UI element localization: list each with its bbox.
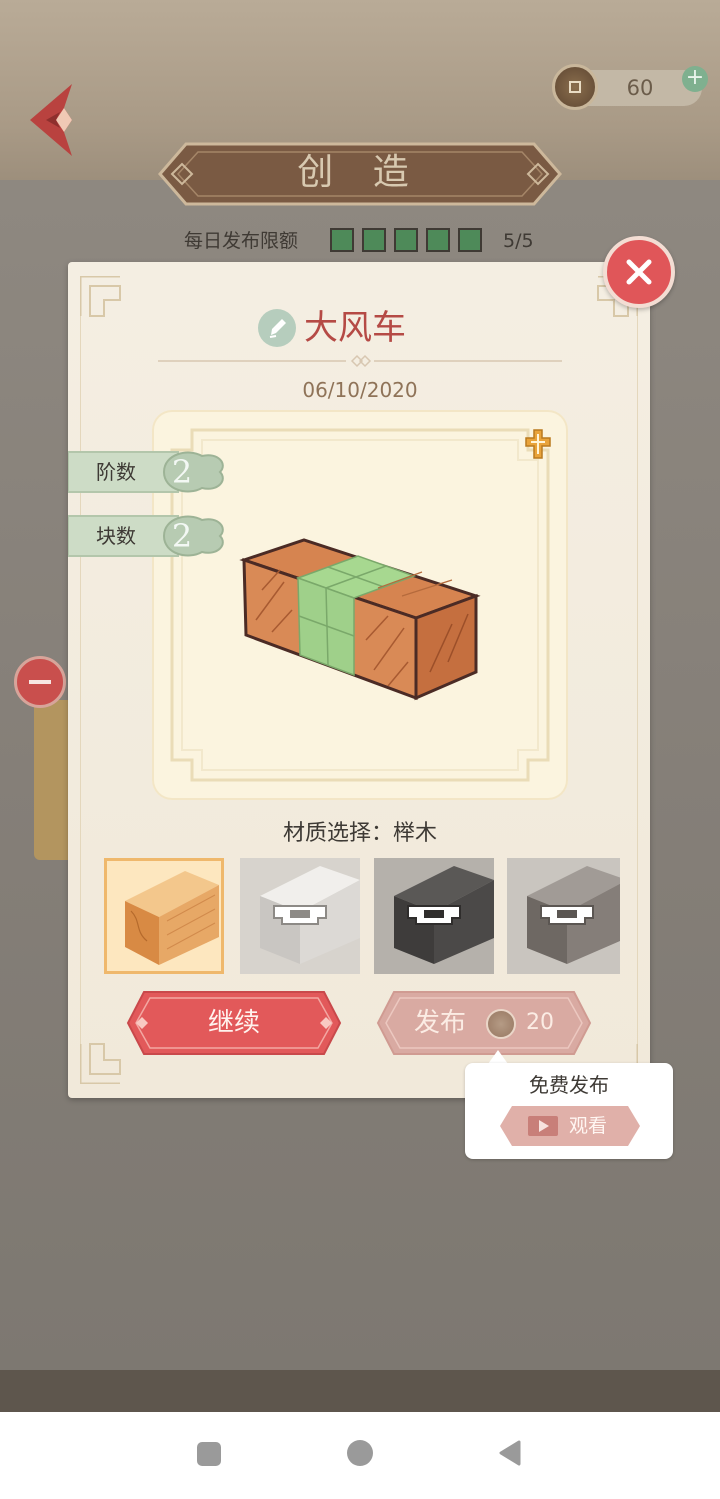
recents-button[interactable] xyxy=(197,1442,221,1466)
tooltip-tail xyxy=(488,1050,508,1064)
back-button[interactable] xyxy=(497,1440,523,1466)
material-option-beech[interactable] xyxy=(104,858,224,974)
publish-cost: 20 xyxy=(526,1010,554,1035)
back-arrow-icon[interactable] xyxy=(26,82,76,158)
watch-label: 观看 xyxy=(569,1115,608,1137)
side-panel-edge xyxy=(34,700,68,860)
quota-box xyxy=(362,228,386,252)
quota-label: 每日发布限额 xyxy=(184,230,299,252)
coin-icon xyxy=(552,64,598,110)
puzzle-date: 06/10/2020 xyxy=(302,378,418,402)
page-title: 创 造 xyxy=(297,152,423,193)
fit-view-icon[interactable] xyxy=(520,426,556,462)
publish-button[interactable] xyxy=(376,988,592,1058)
close-icon xyxy=(626,259,652,285)
puzzle-name: 大风车 xyxy=(304,308,406,348)
lock-icon xyxy=(540,905,594,925)
material-option-gray[interactable] xyxy=(507,858,620,974)
plus-icon[interactable]: + xyxy=(682,66,708,92)
home-button[interactable] xyxy=(347,1440,373,1466)
quota-indicator xyxy=(330,228,482,254)
close-button[interactable] xyxy=(603,236,675,308)
quota-box xyxy=(330,228,354,252)
stat-label-blocks: 块数 xyxy=(96,524,136,548)
name-divider xyxy=(158,354,562,368)
coin-icon xyxy=(486,1009,516,1039)
lock-icon xyxy=(273,905,327,925)
quota-box xyxy=(458,228,482,252)
quota-count: 5/5 xyxy=(503,230,534,252)
pencil-icon xyxy=(269,319,286,338)
material-selector xyxy=(104,858,620,976)
stat-value-blocks: 2 xyxy=(171,517,193,555)
material-option-white[interactable] xyxy=(240,858,360,974)
quota-box xyxy=(426,228,450,252)
publish-label: 发布 xyxy=(414,1008,467,1038)
coin-value: 60 xyxy=(626,76,654,100)
bottom-wood-strip xyxy=(0,1370,720,1412)
continue-label: 继续 xyxy=(207,1008,260,1038)
stat-label-order: 阶数 xyxy=(96,460,136,484)
tooltip-title: 免费发布 xyxy=(529,1073,609,1097)
lock-icon xyxy=(407,905,461,925)
quota-box xyxy=(394,228,418,252)
video-icon xyxy=(528,1116,558,1136)
material-label: 材质选择：榉木 xyxy=(282,821,437,846)
edit-name-button[interactable] xyxy=(258,309,296,347)
material-option-dark[interactable] xyxy=(374,858,494,974)
minus-icon[interactable] xyxy=(14,656,66,708)
stat-value-order: 2 xyxy=(171,453,193,491)
